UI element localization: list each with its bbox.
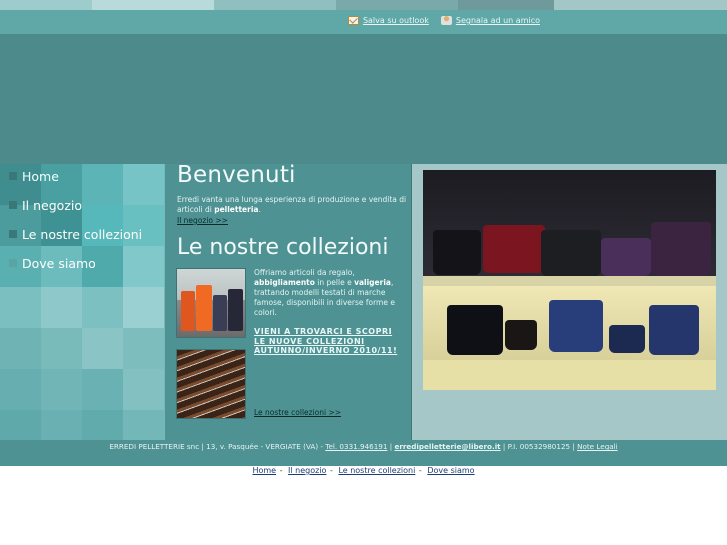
bag-shape	[541, 230, 601, 276]
suitcase-shape	[196, 285, 212, 331]
suitcase-shape	[181, 291, 195, 331]
collections-title: Le nostre collezioni	[177, 235, 389, 260]
collections-link[interactable]: Le nostre collezioni >>	[254, 408, 341, 417]
collections-text: Offriamo articoli da regalo, abbigliament…	[254, 268, 400, 318]
nav-item-dove-siamo[interactable]: Dove siamo	[9, 253, 96, 273]
square-bullet-icon	[9, 172, 17, 180]
suitcase-shape	[228, 289, 243, 331]
wallets-photo	[176, 349, 246, 419]
footer-phone-link[interactable]: Tel. 0331.946191	[325, 442, 387, 451]
bag-shape	[483, 225, 545, 273]
bag-shape	[601, 238, 651, 276]
bag-shape	[433, 230, 481, 275]
footer-legal-link[interactable]: Note Legali	[577, 442, 618, 451]
top-links: Salva su outlook Segnala ad un amico	[347, 16, 540, 25]
footer: ERREDI PELLETTERIE snc | 13, v. Pasquée …	[0, 440, 727, 466]
tell-a-friend-link[interactable]: Segnala ad un amico	[440, 16, 540, 25]
mosaic-tile	[41, 287, 82, 328]
collections-text-part: Offriamo articoli da regalo,	[254, 268, 355, 277]
mosaic-tile	[0, 410, 41, 440]
mosaic-tile	[123, 328, 164, 369]
bottom-nav-dove-siamo[interactable]: Dove siamo	[427, 466, 474, 475]
footer-email-link[interactable]: erredipelletterie@libero.it	[394, 442, 500, 451]
bottom-nav-separator: -	[279, 466, 283, 475]
mosaic-tile	[123, 287, 164, 328]
footer-info: ERREDI PELLETTERIE snc | 13, v. Pasquée …	[0, 442, 727, 451]
tell-a-friend-label: Segnala ad un amico	[455, 16, 540, 25]
square-bullet-icon	[9, 230, 17, 238]
bag-shape	[505, 320, 537, 350]
square-bullet-icon	[9, 259, 17, 267]
bottom-nav-collezioni[interactable]: Le nostre collezioni	[338, 466, 415, 475]
mosaic-tile	[0, 369, 41, 410]
welcome-text-bold: pelletteria	[214, 205, 259, 214]
nav-item-negozio[interactable]: Il negozio	[9, 195, 82, 215]
collections-text-bold: abbigliamento	[254, 278, 315, 287]
header-banner	[0, 34, 727, 164]
photo-shelf	[423, 276, 716, 286]
welcome-text-part: .	[258, 205, 261, 214]
welcome-text-part: Erredi vanta una lunga esperienza di pro…	[177, 195, 407, 214]
bottom-nav: Home - Il negozio - Le nostre collezioni…	[0, 466, 727, 475]
footer-company: ERREDI PELLETTERIE snc | 13, v. Pasquée …	[109, 442, 326, 451]
promo-link[interactable]: VIENI A TROVARCI E SCOPRI LE NUOVE COLLE…	[254, 327, 404, 356]
page: Salva su outlook Segnala ad un amico Hom…	[0, 0, 727, 545]
mosaic-tile	[82, 164, 123, 205]
mosaic-tile	[0, 328, 41, 369]
bag-shape	[447, 305, 503, 355]
nav-item-label: Il negozio	[22, 197, 83, 213]
top-bar: Salva su outlook Segnala ad un amico	[0, 10, 727, 34]
bag-shape	[549, 300, 603, 352]
mosaic-tile	[82, 287, 123, 328]
nav-item-label: Dove siamo	[22, 255, 96, 271]
top-color-strip	[0, 0, 727, 10]
nav-item-label: Home	[22, 168, 59, 184]
bottom-nav-separator: -	[330, 466, 333, 475]
mosaic-tile	[123, 369, 164, 410]
suitcases-photo	[176, 268, 246, 338]
main-content: Benvenuti Erredi vanta una lunga esperie…	[165, 162, 411, 440]
photo-column	[411, 164, 727, 440]
bottom-nav-separator: -	[418, 466, 422, 475]
photo-cabinet	[423, 360, 716, 390]
nav-item-collezioni[interactable]: Le nostre collezioni	[9, 224, 142, 244]
save-outlook-link[interactable]: Salva su outlook	[347, 16, 429, 25]
mosaic-tile	[123, 410, 164, 440]
footer-vat: | P.I. 00532980125 |	[500, 442, 578, 451]
welcome-text: Erredi vanta una lunga esperienza di pro…	[177, 195, 407, 215]
bag-shape	[609, 325, 645, 353]
mosaic-tile	[123, 164, 164, 205]
bottom-nav-negozio[interactable]: Il negozio	[288, 466, 326, 475]
square-bullet-icon	[9, 201, 17, 209]
mosaic-tile	[82, 410, 123, 440]
mosaic-tile	[0, 287, 41, 328]
bag-shape	[649, 305, 699, 355]
bag-shape	[651, 222, 711, 276]
mosaic-tile	[41, 369, 82, 410]
person-icon	[440, 16, 452, 25]
mosaic-tile	[41, 328, 82, 369]
mosaic-tile	[82, 328, 123, 369]
mosaic-tile	[123, 246, 164, 287]
welcome-title: Benvenuti	[177, 162, 296, 188]
nav-item-home[interactable]: Home	[9, 166, 59, 186]
collections-text-part: in pelle e	[314, 278, 355, 287]
mosaic-tile	[41, 410, 82, 440]
envelope-icon	[347, 16, 359, 25]
nav-item-label: Le nostre collezioni	[22, 226, 143, 242]
shop-photo	[423, 170, 716, 390]
bottom-nav-home[interactable]: Home	[252, 466, 276, 475]
sidebar: Home Il negozio Le nostre collezioni Dov…	[0, 164, 165, 440]
save-outlook-label: Salva su outlook	[362, 16, 429, 25]
mosaic-tile	[82, 369, 123, 410]
collections-text-bold: valigeria	[354, 278, 391, 287]
suitcase-shape	[213, 295, 227, 331]
negozio-link[interactable]: Il negozio >>	[177, 216, 228, 225]
